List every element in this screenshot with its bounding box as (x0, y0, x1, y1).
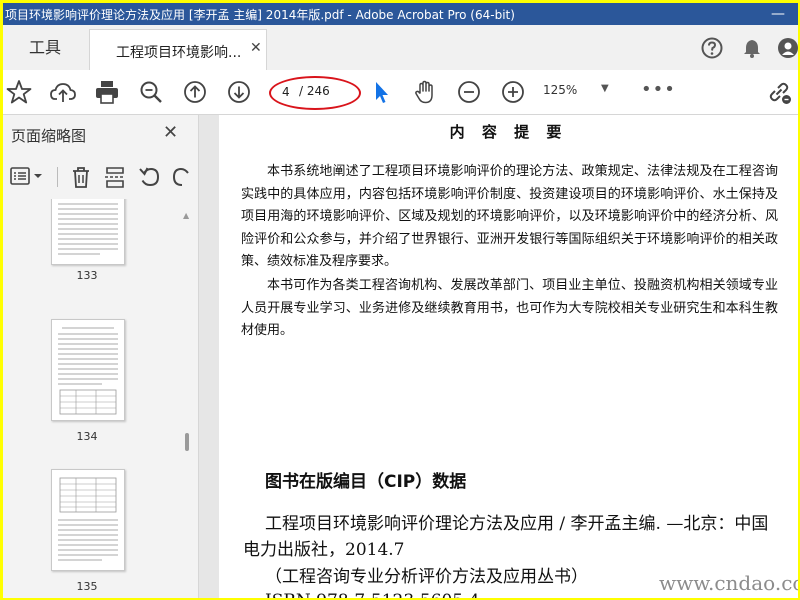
thumbnail-toolbar (3, 161, 198, 193)
thumbnail-label: 134 (76, 430, 98, 443)
zoom-out-icon[interactable] (455, 78, 483, 106)
usage-paragraph: 本书可作为各类工程咨询机构、发展改革部门、项目业主单位、投融资机构相关领域专业人… (241, 278, 778, 338)
page-preview-graphic (58, 327, 118, 415)
account-icon[interactable] (775, 35, 798, 61)
thumbnail-page-134[interactable] (51, 319, 125, 421)
main-toolbar: / 246 125% ▼ ••• (3, 70, 798, 115)
rotate-clockwise-icon[interactable] (169, 164, 195, 190)
cloud-upload-icon[interactable] (49, 78, 77, 106)
scroll-up-arrow-icon[interactable]: ▲ (183, 211, 189, 220)
thumbnail-label: 133 (76, 269, 98, 282)
star-icon[interactable] (5, 78, 33, 106)
thumbnail-label: 135 (76, 580, 98, 593)
zoom-out-magnifier-icon[interactable] (137, 78, 165, 106)
zoom-level-value: 125% (543, 83, 578, 97)
document-view: 内 容 提 要 本书系统地阐述了工程项目环境影响评价的理论方法、政策规定、法律法… (199, 115, 798, 598)
summary-paragraph: 本书系统地阐述了工程项目环境影响评价的理论方法、政策规定、法律法规及在工程咨询实… (241, 164, 778, 269)
rotate-counterclockwise-icon[interactable] (137, 164, 163, 190)
close-panel-icon[interactable]: ✕ (163, 122, 178, 143)
tab-tools[interactable]: 工具 (3, 25, 87, 70)
chevron-down-icon: ▼ (601, 83, 609, 94)
page-thumbnails-panel: 页面缩略图 ✕ 133 134 135 ▲ (3, 115, 199, 598)
title-bar: 项目环境影响评价理论方法及应用 [李开孟 主编] 2014年版.pdf - Ad… (3, 3, 798, 25)
help-icon[interactable] (699, 35, 725, 61)
thumbnail-page-135[interactable] (51, 469, 125, 571)
page-heading: 内 容 提 要 (449, 123, 568, 141)
window-title: 项目环境影响评价理论方法及应用 [李开孟 主编] 2014年版.pdf - Ad… (5, 8, 515, 22)
minimize-button[interactable]: — (766, 3, 790, 25)
tab-document-label: 工程项目环境影响... (116, 45, 242, 61)
thumbnail-options-icon[interactable] (9, 165, 47, 189)
thumbnail-page-133[interactable] (51, 199, 125, 265)
cip-entry-title: 工程项目环境影响评价理论方法及应用 / 李开孟主编. —北京：中国电力出版社，2… (243, 514, 769, 560)
next-page-icon[interactable] (225, 78, 253, 106)
previous-page-icon[interactable] (181, 78, 209, 106)
zoom-in-icon[interactable] (499, 78, 527, 106)
delete-page-icon[interactable] (69, 164, 93, 190)
thumbnail-list: 133 134 135 (3, 199, 180, 598)
zoom-level-dropdown[interactable]: 125% ▼ (543, 83, 615, 103)
close-tab-icon[interactable]: ✕ (250, 40, 262, 56)
site-watermark: www.cndao.com (659, 571, 798, 595)
print-icon[interactable] (93, 78, 121, 106)
toolbar-divider (57, 167, 58, 187)
acrobat-window: 项目环境影响评价理论方法及应用 [李开孟 主编] 2014年版.pdf - Ad… (3, 3, 798, 598)
page-preview-graphic (58, 477, 118, 561)
cip-heading: 图书在版编目（CIP）数据 (265, 472, 467, 492)
more-tools-icon[interactable]: ••• (641, 79, 676, 100)
bell-icon[interactable] (739, 35, 765, 61)
page-preview-graphic (58, 203, 118, 255)
thumbnail-scrollbar[interactable]: ▲ (180, 199, 194, 598)
panel-title: 页面缩略图 (11, 127, 87, 145)
page-number-highlight-oval (269, 76, 361, 110)
hand-tool-icon[interactable] (411, 78, 439, 106)
scrollbar-thumb[interactable] (185, 433, 189, 451)
tab-document[interactable]: 工程项目环境影响... ✕ (89, 29, 267, 72)
insert-page-icon[interactable] (103, 164, 127, 190)
share-link-icon[interactable] (765, 78, 793, 106)
tab-bar: 工具 工程项目环境影响... ✕ (3, 25, 798, 72)
select-cursor-icon[interactable] (367, 78, 395, 106)
pdf-page: 内 容 提 要 本书系统地阐述了工程项目环境影响评价的理论方法、政策规定、法律法… (219, 115, 798, 598)
